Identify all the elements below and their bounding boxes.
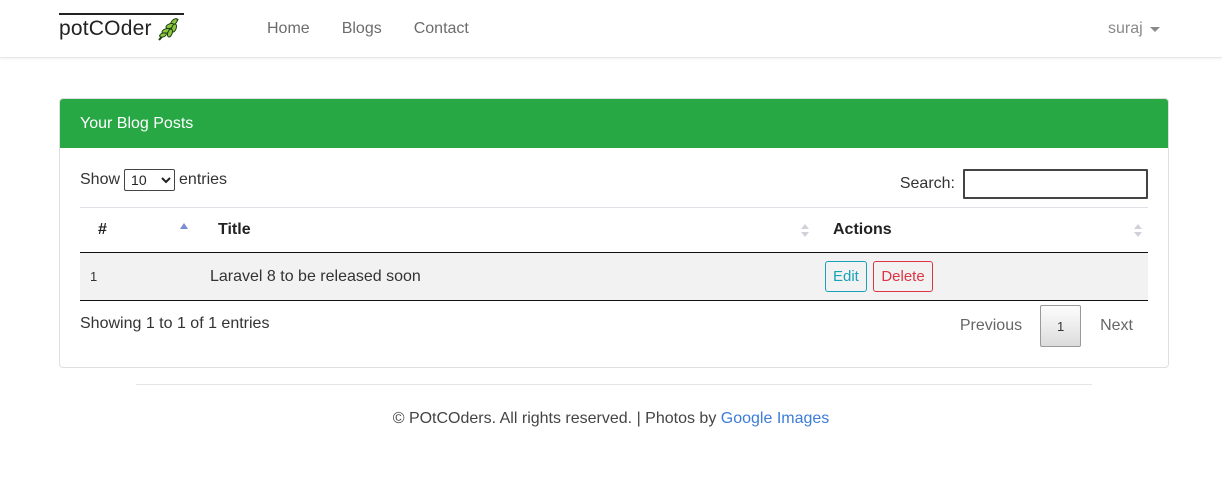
pagination: Previous 1 Next	[942, 305, 1148, 347]
delete-button[interactable]: Delete	[873, 261, 933, 292]
nav-contact[interactable]: Contact	[398, 20, 485, 38]
column-header-label: Title	[218, 221, 251, 238]
column-header-title[interactable]: Title	[200, 207, 815, 253]
footer: © POtCOders. All rights reserved. | Phot…	[0, 410, 1222, 428]
footer-divider	[136, 384, 1092, 385]
entries-select[interactable]: 10 25 50 100	[124, 169, 176, 191]
table-info: Showing 1 to 1 of 1 entries	[80, 315, 270, 332]
caret-down-icon	[1149, 26, 1160, 32]
nav-blogs[interactable]: Blogs	[326, 20, 398, 38]
previous-button[interactable]: Previous	[942, 317, 1040, 335]
blog-posts-table: # Title Actions 1 Laravel 8 to be releas…	[80, 207, 1148, 301]
brand-logo[interactable]: potCOder	[59, 13, 184, 43]
row-number: 1	[80, 252, 200, 301]
brand-name: potCOder	[59, 17, 152, 40]
sort-icon	[1134, 224, 1142, 238]
table-row: 1 Laravel 8 to be released soon Edit Del…	[80, 252, 1148, 301]
next-button[interactable]: Next	[1081, 317, 1148, 335]
table-header-row: # Title Actions	[80, 207, 1148, 253]
google-images-link[interactable]: Google Images	[721, 410, 830, 427]
search-control: Search:	[900, 169, 1148, 199]
search-input[interactable]	[963, 169, 1148, 199]
sort-ascending-icon	[180, 223, 188, 229]
row-actions: Edit Delete	[815, 252, 1148, 301]
column-header-label: #	[98, 221, 107, 238]
page-button-1[interactable]: 1	[1040, 305, 1082, 347]
user-name: suraj	[1108, 20, 1143, 37]
edit-button[interactable]: Edit	[825, 261, 867, 292]
row-title: Laravel 8 to be released soon	[200, 252, 815, 301]
navbar: potCOder Home Blogs Contact suraj	[0, 0, 1222, 58]
leaf-icon	[157, 18, 179, 41]
column-header-number[interactable]: #	[80, 207, 200, 253]
blog-posts-card: Your Blog Posts Show 10 25 50 100 entrie…	[59, 98, 1169, 368]
column-header-label: Actions	[833, 221, 892, 238]
search-label: Search:	[899, 175, 955, 192]
card-title: Your Blog Posts	[80, 114, 194, 132]
nav-home[interactable]: Home	[251, 20, 326, 38]
entries-length-control: Show 10 25 50 100 entries	[80, 169, 227, 191]
sort-icon	[801, 224, 809, 238]
nav-links: Home Blogs Contact	[251, 0, 485, 58]
entries-label: entries	[179, 171, 228, 188]
show-label: Show	[80, 171, 121, 188]
user-menu[interactable]: suraj	[1108, 0, 1160, 58]
column-header-actions[interactable]: Actions	[815, 207, 1148, 253]
footer-text: © POtCOders. All rights reserved. | Phot…	[392, 410, 721, 427]
card-header: Your Blog Posts	[60, 99, 1168, 148]
